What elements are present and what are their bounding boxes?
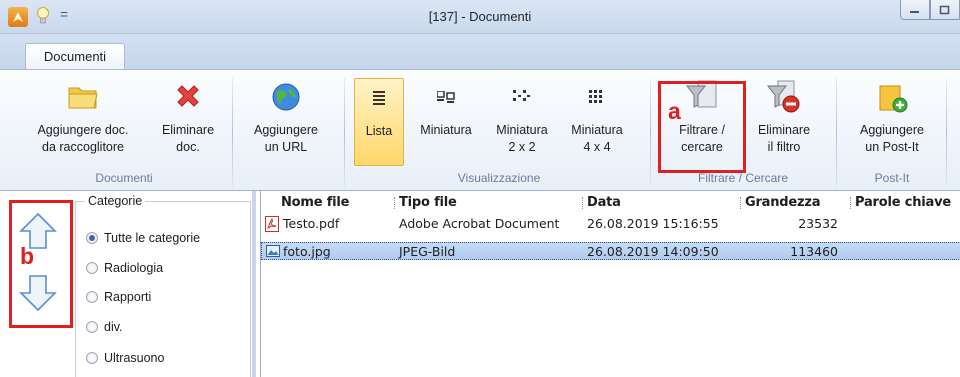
remove-filter-label: Eliminare bbox=[757, 123, 811, 137]
remove-filter-icon bbox=[764, 80, 804, 114]
globe-icon bbox=[266, 80, 306, 114]
grid-2x2-icon bbox=[502, 80, 542, 114]
view-thumbnail-label: Miniatura bbox=[420, 123, 472, 137]
categories-legend: Categorie bbox=[85, 194, 146, 208]
add-postit-label-2: un Post-It bbox=[865, 140, 919, 154]
view-thumbnail-2x2-label-2: 2 x 2 bbox=[508, 140, 536, 154]
category-label: Tutte le categorie bbox=[104, 231, 201, 245]
radio-dot[interactable] bbox=[86, 352, 98, 364]
group-separator bbox=[650, 78, 651, 186]
view-list-button[interactable]: Lista bbox=[354, 78, 404, 166]
add-from-collector-button[interactable]: Aggiungere doc. da raccoglitore bbox=[24, 80, 142, 156]
group-label-documenti: Documenti bbox=[95, 171, 153, 185]
list-view-icon bbox=[359, 81, 399, 115]
category-label: div. bbox=[104, 320, 123, 334]
minimize-icon bbox=[910, 10, 919, 13]
group-label-postit: Post-It bbox=[874, 171, 910, 185]
group-label-visualizzazione: Visualizzazione bbox=[457, 171, 541, 185]
category-radio-ultrasuono[interactable]: Ultrasuono bbox=[86, 351, 164, 365]
annotation-label-b: b bbox=[20, 243, 35, 269]
category-radio-div[interactable]: div. bbox=[86, 320, 123, 334]
pdf-icon bbox=[265, 216, 279, 232]
file-list: Nome file Tipo file Data Grandezza Parol… bbox=[260, 191, 960, 377]
postit-add-icon bbox=[872, 80, 912, 114]
radio-dot[interactable] bbox=[86, 232, 98, 244]
file-type: JPEG-Bild bbox=[399, 244, 456, 259]
minimize-button[interactable] bbox=[900, 0, 930, 20]
radio-dot[interactable] bbox=[86, 291, 98, 303]
tab-documenti[interactable]: Documenti bbox=[25, 43, 125, 71]
remove-filter-label-2: il filtro bbox=[767, 140, 801, 154]
column-header-name[interactable]: Nome file bbox=[281, 195, 349, 210]
category-radio-rapporti[interactable]: Rapporti bbox=[86, 290, 151, 304]
file-name: foto.jpg bbox=[283, 244, 331, 259]
radio-dot[interactable] bbox=[86, 262, 98, 274]
add-postit-label: Aggiungere bbox=[860, 123, 924, 137]
window-controls bbox=[900, 0, 960, 22]
delete-doc-label-2: doc. bbox=[176, 140, 200, 154]
add-from-collector-label: Aggiungere doc. bbox=[37, 123, 129, 137]
remove-filter-button[interactable]: Eliminare il filtro bbox=[748, 80, 820, 156]
red-x-icon bbox=[168, 80, 208, 114]
ribbon-tabstrip: Documenti bbox=[0, 34, 960, 71]
column-separator[interactable] bbox=[582, 197, 583, 209]
column-separator[interactable] bbox=[740, 197, 741, 209]
file-name: Testo.pdf bbox=[283, 216, 340, 231]
group-separator bbox=[232, 78, 233, 186]
group-separator bbox=[946, 78, 947, 186]
view-thumbnail-2x2-button[interactable]: Miniatura 2 x 2 bbox=[490, 80, 554, 156]
column-header-date[interactable]: Data bbox=[587, 195, 621, 210]
category-radio-radiologia[interactable]: Radiologia bbox=[86, 261, 163, 275]
group-separator bbox=[344, 78, 345, 186]
category-label: Radiologia bbox=[104, 261, 164, 275]
view-thumbnail-4x4-label: Miniatura bbox=[571, 123, 623, 137]
file-type: Adobe Acrobat Document bbox=[399, 216, 560, 231]
file-date: 26.08.2019 14:09:50 bbox=[587, 244, 719, 259]
view-thumbnail-button[interactable]: Miniatura bbox=[412, 80, 480, 139]
group-label-filtrare: Filtrare / Cercare bbox=[697, 171, 789, 185]
annotation-box-b bbox=[9, 200, 73, 328]
table-row[interactable]: Testo.pdf Adobe Acrobat Document 26.08.2… bbox=[261, 215, 960, 233]
add-from-collector-label-2: da raccoglitore bbox=[42, 140, 124, 154]
view-thumbnail-4x4-label-2: 4 x 4 bbox=[583, 140, 611, 154]
column-header-type[interactable]: Tipo file bbox=[399, 195, 457, 210]
delete-doc-label: Eliminare bbox=[161, 123, 215, 137]
image-icon bbox=[266, 245, 280, 257]
column-separator[interactable] bbox=[850, 197, 851, 209]
table-row-selected[interactable]: foto.jpg JPEG-Bild 26.08.2019 14:09:50 1… bbox=[261, 242, 960, 260]
thumbnail-view-icon bbox=[426, 80, 466, 114]
delete-doc-button[interactable]: Eliminare doc. bbox=[152, 80, 224, 156]
maximize-icon bbox=[939, 5, 950, 14]
column-separator[interactable] bbox=[394, 197, 395, 209]
file-size: 113460 bbox=[790, 244, 838, 259]
group-separator bbox=[836, 78, 837, 186]
category-label: Ultrasuono bbox=[104, 351, 165, 365]
category-label: Rapporti bbox=[104, 290, 152, 304]
view-thumbnail-2x2-label: Miniatura bbox=[496, 123, 548, 137]
add-url-label: Aggiungere bbox=[254, 123, 318, 137]
grid-4x4-icon bbox=[577, 80, 617, 114]
view-list-label: Lista bbox=[365, 124, 393, 138]
annotation-label-a: a bbox=[668, 98, 681, 124]
column-header-keywords[interactable]: Parole chiave bbox=[855, 195, 951, 210]
add-url-label-2: un URL bbox=[264, 140, 308, 154]
view-thumbnail-4x4-button[interactable]: Miniatura 4 x 4 bbox=[564, 80, 630, 156]
category-radio-all[interactable]: Tutte le categorie bbox=[86, 231, 200, 245]
add-url-button[interactable]: Aggiungere un URL bbox=[240, 80, 332, 156]
categories-panel: Categorie Tutte le categorie Radiologia … bbox=[0, 191, 256, 377]
add-postit-button[interactable]: Aggiungere un Post-It bbox=[846, 80, 938, 156]
column-header-size[interactable]: Grandezza bbox=[745, 195, 821, 210]
file-size: 23532 bbox=[798, 216, 838, 231]
annotation-box-a bbox=[658, 81, 746, 173]
ribbon: Aggiungere doc. da raccoglitore Eliminar… bbox=[0, 69, 960, 191]
radio-dot[interactable] bbox=[86, 321, 98, 333]
window-title: [137] - Documenti bbox=[428, 9, 532, 24]
maximize-button[interactable] bbox=[930, 0, 960, 20]
title-bar: = [137] - Documenti bbox=[0, 0, 960, 34]
file-date: 26.08.2019 15:16:55 bbox=[587, 216, 719, 231]
folder-icon bbox=[63, 80, 103, 114]
